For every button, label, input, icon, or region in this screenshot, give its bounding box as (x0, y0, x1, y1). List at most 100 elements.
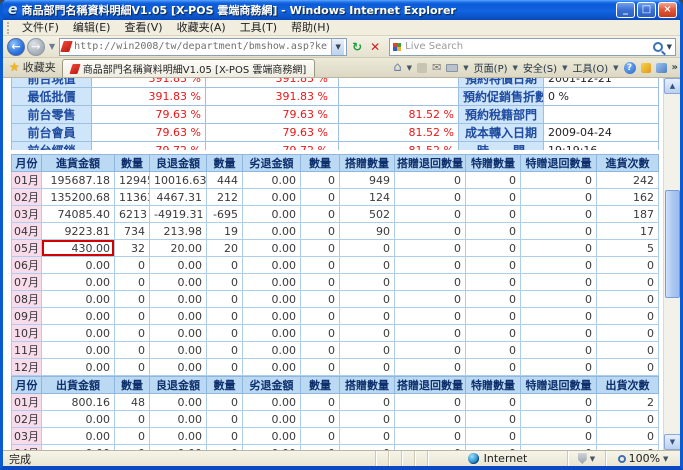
value-cell: 0 (466, 291, 521, 308)
value-cell: 0 (597, 445, 659, 451)
favorites-star-icon: ★ (9, 60, 20, 74)
home-dropdown-icon[interactable]: ▼ (407, 64, 412, 72)
value-cell: 0 (340, 325, 395, 342)
maximize-button[interactable]: □ (637, 2, 656, 18)
value-cell: 10016.63 (150, 172, 207, 189)
info-row: 前台現值391.83 %391.83 %預約特價日期2001-12-21 (12, 78, 659, 88)
toolbar-overflow-icon[interactable]: » (672, 62, 678, 73)
safety-menu-dropdown-icon[interactable]: ▼ (562, 64, 567, 72)
value-cell: 0 (521, 189, 597, 206)
search-dropdown-icon[interactable]: ▼ (667, 43, 672, 51)
search-icon[interactable] (653, 42, 663, 52)
menu-help[interactable]: 帮助(H) (284, 20, 337, 35)
value-cell: 0 (395, 257, 466, 274)
value-cell: 0 (597, 274, 659, 291)
column-header: 劣退金額 (243, 155, 301, 172)
value-cell: 0 (301, 172, 340, 189)
scroll-up-icon[interactable]: ▲ (664, 78, 681, 94)
row-label: 前台現值 (12, 78, 92, 88)
content-area: 前台現值391.83 %391.83 %預約特價日期2001-12-21最低批價… (3, 78, 680, 450)
value-cell: 0 (466, 394, 521, 411)
help-icon[interactable]: ? (624, 62, 636, 74)
percent-value: 391.83 % (92, 78, 206, 88)
value-cell: 0 (597, 308, 659, 325)
zone-label: Internet (484, 452, 528, 465)
month-cell: 05月 (12, 240, 42, 257)
search-input[interactable]: Live Search ▼ (389, 38, 676, 56)
sales-table: 月份出貨金額數量良退金額數量劣退金額數量搭贈數量搭贈退回數量特贈數量特贈退回數量… (11, 376, 659, 450)
menu-view[interactable]: 查看(V) (117, 20, 169, 35)
value-cell: 949 (340, 172, 395, 189)
vertical-scrollbar[interactable]: ▲ ▼ (663, 78, 680, 450)
value-cell: 0 (466, 240, 521, 257)
row-label: 預約稅籍部門 (459, 106, 544, 124)
value-cell: 0 (466, 189, 521, 206)
window-title: 商品部門名稱資料明細V1.05 [X-POS 雲端商務網] - Windows … (22, 2, 615, 18)
print-icon[interactable] (446, 64, 458, 72)
column-header: 數量 (301, 377, 340, 394)
title-bar[interactable]: e 商品部門名稱資料明細V1.05 [X-POS 雲端商務網] - Window… (3, 0, 680, 20)
address-url: http://win2008/tw/department/bmshow.asp?… (74, 41, 328, 52)
safety-menu[interactable]: 安全(S) (523, 60, 557, 75)
table-row: 01月195687.181294510016.634440.0009490002… (12, 172, 659, 189)
value-cell: 0 (207, 274, 243, 291)
menu-favorites[interactable]: 收藏夹(A) (170, 20, 233, 35)
value-cell: 0 (521, 394, 597, 411)
tab-title: 商品部門名稱資料明細V1.05 [X-POS 雲端商務網] (83, 61, 306, 76)
rss-feed-icon[interactable] (417, 63, 427, 73)
table-row: 01月800.16480.0000.00000002 (12, 394, 659, 411)
history-dropdown-icon[interactable]: ▼ (47, 42, 57, 51)
address-bar[interactable]: http://win2008/tw/department/bmshow.asp?… (59, 38, 347, 56)
value-cell: 0 (115, 274, 150, 291)
value-cell: 0 (115, 359, 150, 376)
favorites-label: 收藏夹 (23, 59, 56, 75)
back-button[interactable]: ← (7, 38, 25, 56)
minimize-button[interactable]: _ (616, 2, 635, 18)
scroll-down-icon[interactable]: ▼ (664, 434, 681, 450)
value-cell: 0.00 (42, 428, 115, 445)
value-cell: 0 (395, 291, 466, 308)
menu-edit[interactable]: 编辑(E) (66, 20, 118, 35)
column-header: 搭贈退回數量 (395, 155, 466, 172)
print-dropdown-icon[interactable]: ▼ (463, 64, 468, 72)
menu-file[interactable]: 文件(F) (15, 20, 66, 35)
value-cell: 0 (395, 411, 466, 428)
info-row: 前台經銷79.72 %79.72 %81.52 %時 間19:19:16 (12, 142, 659, 151)
value-cell: 2 (597, 394, 659, 411)
column-header: 搭贈退回數量 (395, 377, 466, 394)
column-header: 數量 (301, 155, 340, 172)
page-menu[interactable]: 页面(P) (474, 60, 508, 75)
value-cell: 0.00 (42, 445, 115, 451)
value-cell: 48 (115, 394, 150, 411)
page-menu-dropdown-icon[interactable]: ▼ (513, 64, 518, 72)
favorites-button[interactable]: ★ 收藏夹 (5, 59, 62, 77)
address-dropdown-icon[interactable]: ▼ (331, 39, 344, 55)
home-icon[interactable]: ⌂ (393, 62, 401, 74)
value-cell: 0 (207, 394, 243, 411)
active-tab[interactable]: 商品部門名稱資料明細V1.05 [X-POS 雲端商務網] (62, 59, 315, 77)
tools-menu-dropdown-icon[interactable]: ▼ (613, 64, 618, 72)
tools-menu[interactable]: 工具(O) (572, 60, 608, 75)
refresh-icon[interactable]: ↻ (349, 39, 365, 55)
row-label: 時 間 (459, 142, 544, 151)
toolbar-extra-icon-2[interactable] (656, 63, 667, 73)
close-button[interactable]: × (658, 2, 677, 18)
value-cell: 0 (301, 394, 340, 411)
value-cell: 0 (466, 308, 521, 325)
table-row: 06月0.0000.0000.00000000 (12, 257, 659, 274)
value-cell: 0.00 (243, 189, 301, 206)
value-cell: 0 (301, 342, 340, 359)
month-cell: 03月 (12, 206, 42, 223)
scrollbar-thumb[interactable] (665, 190, 680, 298)
tab-bar: ★ 收藏夹 商品部門名稱資料明細V1.05 [X-POS 雲端商務網] ⌂ ▼ … (3, 58, 680, 78)
status-text: 完成 (3, 451, 376, 466)
toolbar-extra-icon-1[interactable] (641, 63, 651, 73)
value-cell: 0.00 (243, 342, 301, 359)
zoom-control[interactable]: 100% ▼ (606, 451, 680, 466)
menu-tools[interactable]: 工具(T) (233, 20, 284, 35)
protected-mode-cell[interactable]: ▼ (568, 451, 606, 466)
stop-icon[interactable]: ✕ (367, 39, 383, 55)
info-value: 0 % (544, 88, 659, 106)
mail-icon[interactable]: ✉ (432, 62, 441, 74)
forward-button[interactable]: → (27, 38, 45, 56)
